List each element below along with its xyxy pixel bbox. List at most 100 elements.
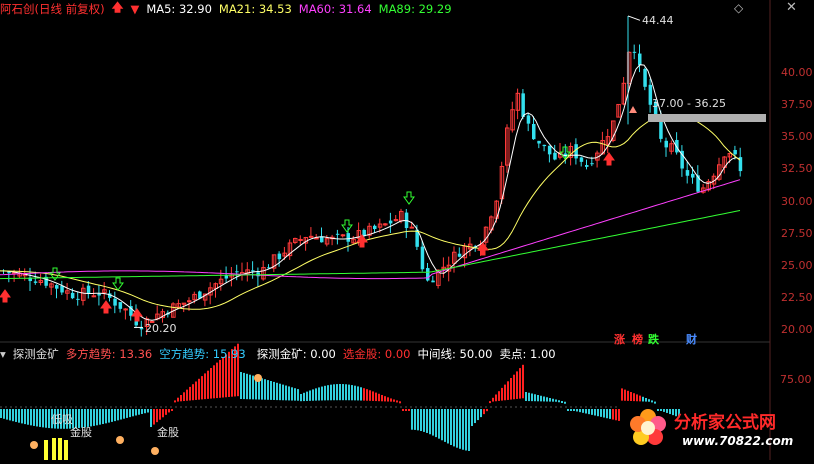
indicator-bar [189,386,191,401]
indicator-bar [42,409,44,428]
candle-body [632,51,637,53]
indicator-bar [120,409,122,420]
low-buy-bar [52,438,56,460]
rise-badge[interactable]: 涨 [614,331,625,347]
high-pointer [627,15,641,21]
indicator-bar [213,365,215,399]
candle-body [388,220,393,224]
indicator-bar [129,409,131,418]
close-icon[interactable]: ✕ [786,0,797,15]
indicator-bar [9,409,11,421]
indicator-bar [468,409,470,451]
indicator-bar [576,409,578,412]
indicator-bar [624,389,626,401]
price-axis-tick: 35.00 [781,130,813,144]
dropdown-icon[interactable]: ▼ [130,2,139,16]
indicator-bar [243,372,245,400]
up-arrow-icon[interactable]: 🡅 [112,0,124,19]
indicator-bar [294,388,296,401]
sell-arrow-icon [341,219,353,233]
indicator-bar [354,385,356,401]
indicator-bar [357,386,359,401]
long-trend: 多方趋势: 13.36 [65,347,153,361]
candle-body [113,298,117,306]
candle-body [579,157,584,162]
indicator-bar [609,409,611,419]
candle-body [91,295,97,298]
candle-body [308,235,314,238]
indicator-bar [501,387,503,401]
indicator-name[interactable]: 探测金矿 [13,346,59,362]
ma21-label: MA21: 34.53 [218,2,292,16]
candle-body [86,285,91,295]
candle-body [97,293,101,296]
indicator-bar [177,397,179,402]
indicator-bar [96,409,98,426]
indicator-bar [390,398,392,402]
finance-badge[interactable]: 财 [686,331,697,347]
indicator-bar [36,409,38,427]
indicator-bar [651,400,653,403]
indicator-bar [297,389,299,401]
candle-body [733,150,737,155]
indicator-bar [12,409,14,422]
indicator-bar [525,392,527,401]
price-axis-tick: 27.50 [781,226,813,240]
candle-body [420,246,425,270]
candle-body [139,328,144,330]
list-badge[interactable]: 榜 [632,331,643,347]
candle-body [542,144,547,147]
indicator-bar [108,409,110,423]
indicator-bar [561,401,563,403]
indicator-bar [459,409,461,449]
indicator-bar [270,381,272,400]
indicator-bar [447,409,449,444]
candle-body [664,140,668,148]
indicator-bar [528,392,530,402]
detect-value: 探测金矿: 0.00 [256,347,336,361]
indicator-bar [435,409,437,438]
stock-chart-canvas[interactable] [0,0,814,460]
indicator-bar [3,409,5,419]
indicator-bar [159,409,161,420]
indicator-bar [522,364,524,399]
indicator-bar [393,399,395,402]
candle-body [70,292,75,299]
indicator-bar [438,409,440,439]
candle-body [187,300,192,303]
indicator-bar [453,409,455,447]
indicator-bar [411,409,413,430]
indicator-bar [114,409,116,422]
candle-body [553,152,557,160]
indicator-bar [18,409,20,423]
indicator-bar [93,409,95,426]
indicator-bar [366,389,368,401]
fall-badge[interactable]: 跌 [648,331,659,347]
ma60-line [0,179,741,280]
indicator-bar [537,395,539,402]
indicator-bar [378,393,380,402]
indicator-bar [444,409,446,442]
indicator-bar [165,409,167,415]
indicator-bar [603,409,605,418]
indicator-bar [285,385,287,401]
candle-body [55,285,59,289]
buy-arrow-icon [0,289,11,303]
candle-body [33,281,38,283]
diamond-icon[interactable]: ◇ [734,1,743,15]
buy-arrow-icon [100,300,112,314]
low-buy-bar [58,438,62,460]
candle-body [590,163,594,165]
price-axis-tick: 32.50 [781,162,813,176]
candle-body [685,170,690,176]
indicator-bar [300,394,302,402]
candle-body [457,253,462,257]
stock-title[interactable]: 阿石创(日线 前复权) [0,1,105,17]
gold-stock-label-2: 金股 [157,426,179,439]
indicator-dropdown-icon[interactable]: ▾ [0,347,6,361]
indicator-header: ▾ 探测金矿 多方趋势: 13.36 空方趋势: 15.93 探测金矿: 0.0… [0,345,563,363]
indicator-bar [216,362,218,399]
indicator-bar [174,400,176,403]
hand-marker-icon [254,374,262,382]
indicator-bar [648,399,650,402]
